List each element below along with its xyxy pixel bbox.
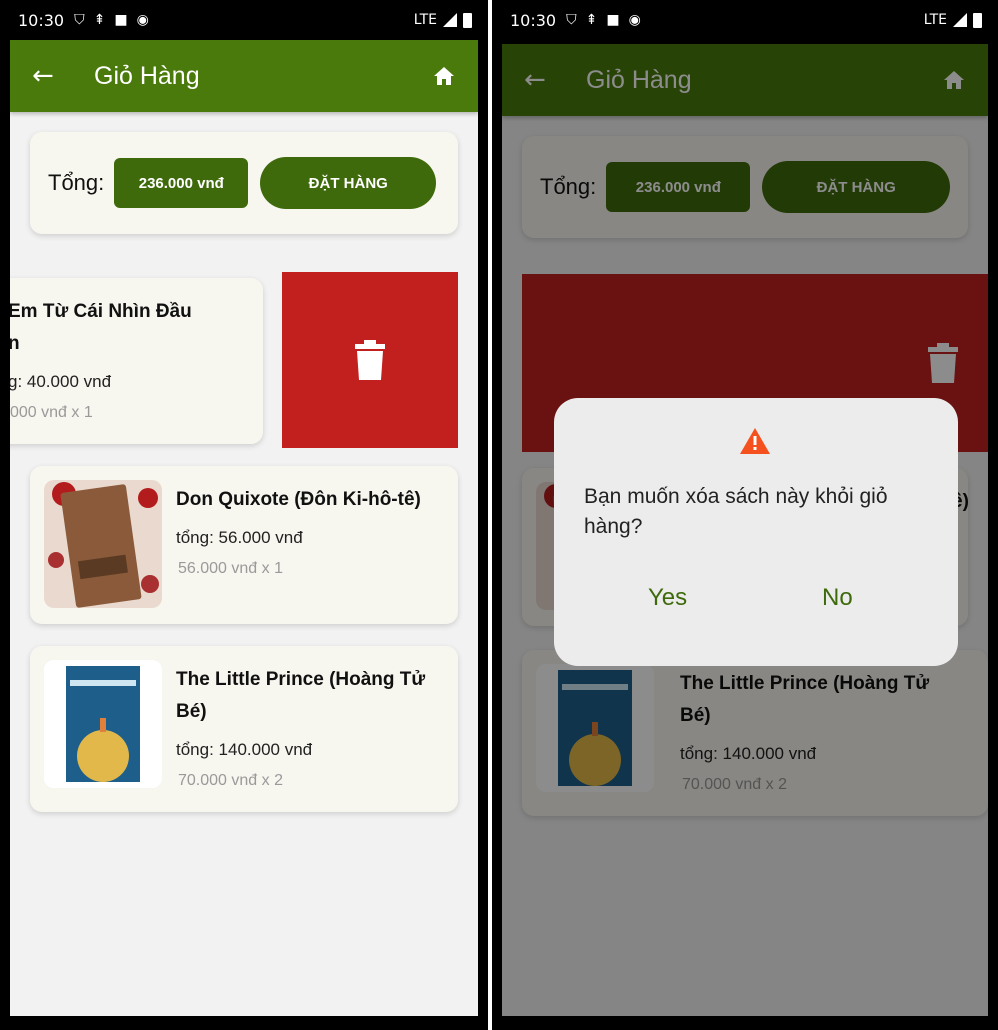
app-bar: ← Giỏ Hàng bbox=[10, 40, 478, 112]
screen-right: ← Giỏ Hàng Tổng: 236.000 vnđ ĐẶT HÀNG ê)… bbox=[502, 44, 988, 1016]
usb-icon: ⇞ bbox=[585, 12, 598, 28]
cart-item[interactable]: Don Quixote (Đôn Ki-hô-tê) tổng: 56.000 … bbox=[30, 466, 458, 624]
item-title: Don Quixote (Đôn Ki-hô-tê) bbox=[176, 489, 421, 510]
yes-button[interactable]: Yes bbox=[648, 584, 687, 612]
battery-icon bbox=[463, 12, 472, 28]
status-time: 10:30 bbox=[510, 10, 557, 30]
phone-left: 10:30 ⛉ ⇞ ■ ◉ LTE ← Giỏ Hàng Tổng: 236.0… bbox=[0, 0, 488, 1030]
status-bar: 10:30 ⛉ ⇞ ■ ◉ LTE bbox=[0, 0, 488, 40]
sync-icon: ◉ bbox=[628, 12, 641, 28]
trash-icon[interactable] bbox=[355, 340, 385, 380]
total-card: Tổng: 236.000 vnđ ĐẶT HÀNG bbox=[30, 132, 458, 234]
item-title-line2: Bé) bbox=[176, 701, 207, 722]
signal-icon bbox=[953, 13, 967, 27]
battery-icon bbox=[973, 12, 982, 28]
shield-icon: ⛉ bbox=[74, 12, 85, 28]
item-unit: 000 vnđ x 1 bbox=[10, 404, 93, 421]
signal-icon bbox=[443, 13, 457, 27]
page-title: Giỏ Hàng bbox=[94, 61, 200, 90]
shield-icon: ⛉ bbox=[566, 12, 577, 28]
book-cover-image bbox=[44, 480, 162, 608]
sync-icon: ◉ bbox=[136, 12, 149, 28]
home-icon[interactable] bbox=[432, 64, 456, 88]
cart-item-swiped[interactable]: Em Từ Cái Nhìn Đầu n g: 40.000 vnđ 000 v… bbox=[10, 278, 263, 444]
status-time: 10:30 bbox=[18, 10, 65, 30]
sd-card-icon: ■ bbox=[114, 12, 128, 28]
book-cover-image bbox=[44, 660, 162, 788]
order-button[interactable]: ĐẶT HÀNG bbox=[260, 157, 437, 209]
network-label: LTE bbox=[923, 12, 947, 28]
item-total: g: 40.000 vnđ bbox=[10, 372, 112, 391]
status-bar: 10:30 ⛉ ⇞ ■ ◉ LTE bbox=[492, 0, 998, 40]
sd-card-icon: ■ bbox=[606, 12, 620, 28]
phone-right: 10:30 ⛉ ⇞ ■ ◉ LTE ← Giỏ Hàng Tổng: 236.0… bbox=[492, 0, 998, 1030]
total-label: Tổng: bbox=[48, 170, 105, 195]
item-unit: 56.000 vnđ x 1 bbox=[178, 560, 283, 577]
network-label: LTE bbox=[413, 12, 437, 28]
confirm-delete-dialog: Bạn muốn xóa sách này khỏi giỏ hàng? Yes… bbox=[554, 398, 958, 666]
item-unit: 70.000 vnđ x 2 bbox=[178, 772, 283, 789]
delete-panel[interactable] bbox=[282, 272, 458, 448]
cart-item[interactable]: The Little Prince (Hoàng Tử Bé) tổng: 14… bbox=[30, 646, 458, 812]
item-title-line1: The Little Prince (Hoàng Tử bbox=[176, 669, 426, 690]
no-button[interactable]: No bbox=[822, 584, 853, 612]
back-arrow-icon[interactable]: ← bbox=[32, 61, 72, 91]
screen-left: ← Giỏ Hàng Tổng: 236.000 vnđ ĐẶT HÀNG Em… bbox=[10, 40, 478, 1016]
warning-icon bbox=[740, 428, 770, 458]
usb-icon: ⇞ bbox=[93, 12, 106, 28]
total-value: 236.000 vnđ bbox=[114, 158, 249, 208]
item-title-line2: n bbox=[10, 333, 20, 354]
dialog-message: Bạn muốn xóa sách này khỏi giỏ hàng? bbox=[584, 485, 888, 538]
item-total: tổng: 56.000 vnđ bbox=[176, 528, 303, 547]
item-total: tổng: 140.000 vnđ bbox=[176, 740, 313, 759]
item-title-line1: Em Từ Cái Nhìn Đầu bbox=[10, 301, 192, 322]
